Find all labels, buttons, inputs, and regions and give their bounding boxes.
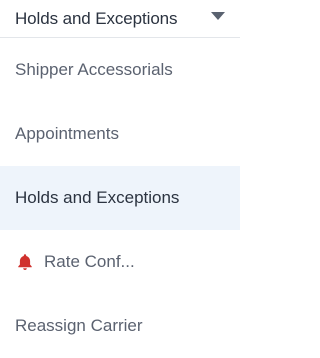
menu-item-holds-and-exceptions[interactable]: Holds and Exceptions	[0, 166, 240, 230]
menu-item-label: Rate Conf...	[44, 252, 135, 271]
menu-item-shipper-accessorials[interactable]: Shipper Accessorials	[0, 38, 240, 102]
menu-item-label: Reassign Carrier	[15, 316, 143, 335]
menu-item-rate-conf[interactable]: Rate Conf...	[0, 230, 240, 294]
bell-icon	[18, 254, 32, 270]
menu-item-label: Holds and Exceptions	[15, 188, 180, 207]
menu-item-label: Shipper Accessorials	[15, 60, 173, 79]
menu-item-reassign-carrier[interactable]: Reassign Carrier	[0, 294, 240, 358]
caret-down-icon[interactable]	[211, 12, 225, 20]
menu-item-label: Appointments	[15, 124, 119, 143]
menu-item-appointments[interactable]: Appointments	[0, 102, 240, 166]
section-dropdown[interactable]: Holds and Exceptions	[0, 0, 240, 38]
dropdown-menu: Shipper Accessorials Appointments Holds …	[0, 38, 240, 358]
dropdown-selected-label: Holds and Exceptions	[15, 8, 178, 28]
